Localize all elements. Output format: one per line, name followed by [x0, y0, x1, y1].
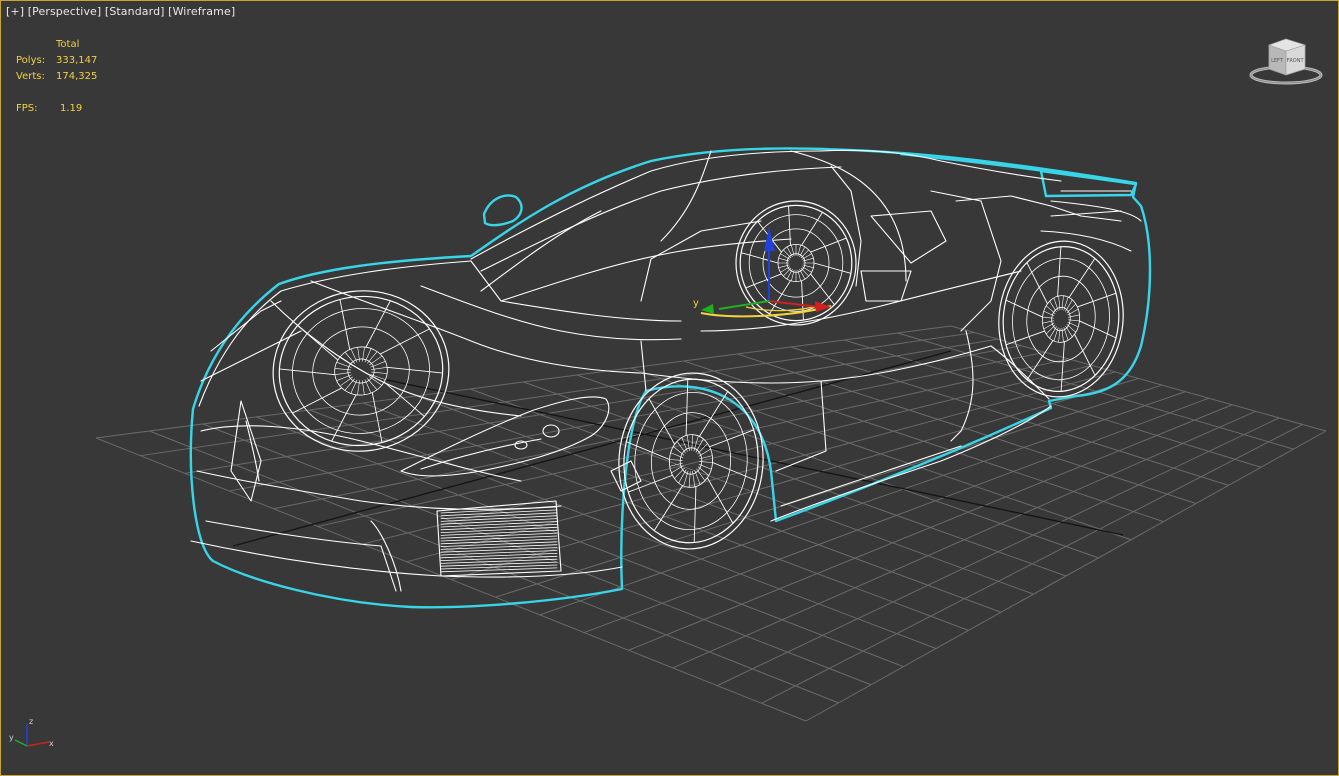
- axis-tripod-icon: z x y: [9, 717, 54, 748]
- wheel-front-left: [272, 290, 450, 452]
- verts-label: Verts:: [16, 71, 45, 82]
- perspective-viewport[interactable]: y [+] [Perspective] [Standard] [Wirefram…: [0, 0, 1339, 776]
- stats-header: Total: [56, 39, 80, 50]
- viewport-view-menu[interactable]: [Perspective]: [28, 5, 102, 18]
- wheel-rear-left: [735, 200, 857, 326]
- fps-value: 1.19: [60, 103, 83, 114]
- viewport-display-mode-menu[interactable]: [Wireframe]: [168, 5, 235, 18]
- viewcube-left-face: LEFT: [1271, 58, 1284, 64]
- fps-label: FPS:: [16, 103, 38, 114]
- tripod-y-label: y: [9, 733, 14, 742]
- wheel-rear-right: [998, 240, 1124, 398]
- polys-label: Polys:: [16, 55, 46, 66]
- polys-value: 333,147: [56, 55, 98, 66]
- viewport-shading-menu[interactable]: [Standard]: [105, 5, 165, 18]
- viewcube-front-face: FRONT: [1286, 58, 1304, 64]
- tripod-x-label: x: [49, 739, 54, 748]
- viewport-general-menu[interactable]: [+]: [6, 5, 24, 18]
- tripod-z-label: z: [29, 717, 33, 726]
- scene-canvas[interactable]: y: [1, 1, 1339, 776]
- gizmo-y-label: y: [693, 298, 699, 309]
- statistics-overlay: Total Polys: 333,147 Verts: 174,325 FPS: 1.…: [16, 37, 120, 117]
- viewcube-icon[interactable]: LEFT FRONT: [1249, 35, 1323, 87]
- verts-value: 174,325: [56, 71, 98, 82]
- viewport-label: [+] [Perspective] [Standard] [Wireframe]: [6, 5, 235, 18]
- car-wireframe[interactable]: [189, 147, 1152, 609]
